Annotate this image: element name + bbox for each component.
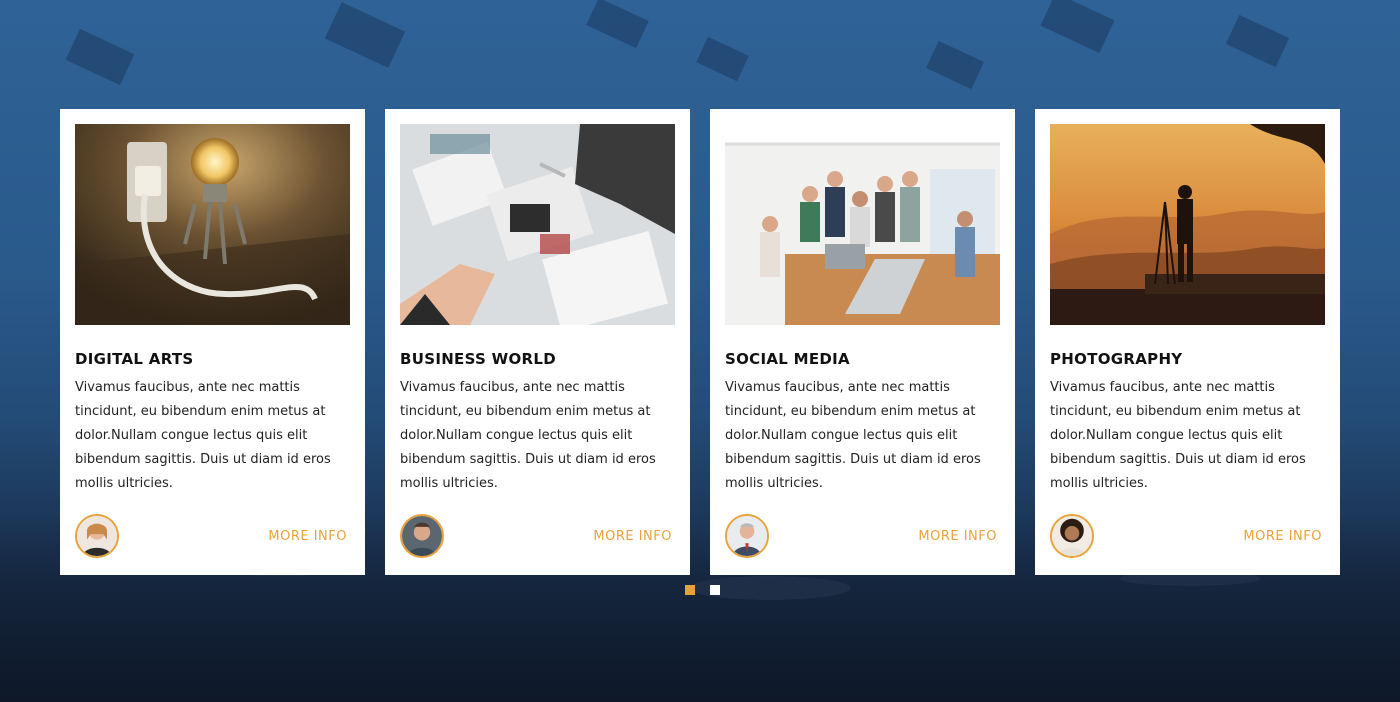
team-around-laptops-photo: [725, 124, 1000, 325]
course-cards: DIGITAL ARTS Vivamus faucibus, ante nec …: [60, 109, 1340, 575]
card-title: SOCIAL MEDIA: [725, 350, 850, 368]
older-man-portrait-avatar[interactable]: [725, 514, 769, 558]
photographer-sunset-photo: [1050, 124, 1325, 325]
more-info-link[interactable]: MORE INFO: [593, 529, 672, 544]
more-info-link[interactable]: MORE INFO: [1243, 529, 1322, 544]
card-digital-arts: DIGITAL ARTS Vivamus faucibus, ante nec …: [60, 109, 365, 575]
card-footer: MORE INFO: [725, 512, 997, 560]
more-info-link[interactable]: MORE INFO: [918, 529, 997, 544]
card-description: Vivamus faucibus, ante nec mattis tincid…: [725, 380, 981, 491]
card-description: Vivamus faucibus, ante nec mattis tincid…: [1050, 380, 1306, 491]
card-business-world: BUSINESS WORLD Vivamus faucibus, ante ne…: [385, 109, 690, 575]
card-social-media: SOCIAL MEDIA Vivamus faucibus, ante nec …: [710, 109, 1015, 575]
pagination-dot-1[interactable]: [685, 585, 695, 595]
pagination-dot-2[interactable]: [710, 585, 720, 595]
card-description: Vivamus faucibus, ante nec mattis tincid…: [400, 380, 656, 491]
card-footer: MORE INFO: [75, 512, 347, 560]
more-info-link[interactable]: MORE INFO: [268, 529, 347, 544]
card-footer: MORE INFO: [400, 512, 672, 560]
card-title: DIGITAL ARTS: [75, 350, 194, 368]
smiling-woman-portrait-avatar[interactable]: [1050, 514, 1094, 558]
man-portrait-avatar[interactable]: [400, 514, 444, 558]
card-title: BUSINESS WORLD: [400, 350, 557, 368]
card-title: PHOTOGRAPHY: [1050, 350, 1183, 368]
carousel-pagination: [685, 585, 720, 595]
lightbulb-plugging-socket-photo: [75, 124, 350, 325]
desk-papers-hands-photo: [400, 124, 675, 325]
card-photography: PHOTOGRAPHY Vivamus faucibus, ante nec m…: [1035, 109, 1340, 575]
card-footer: MORE INFO: [1050, 512, 1322, 560]
card-description: Vivamus faucibus, ante nec mattis tincid…: [75, 380, 331, 491]
woman-portrait-avatar[interactable]: [75, 514, 119, 558]
